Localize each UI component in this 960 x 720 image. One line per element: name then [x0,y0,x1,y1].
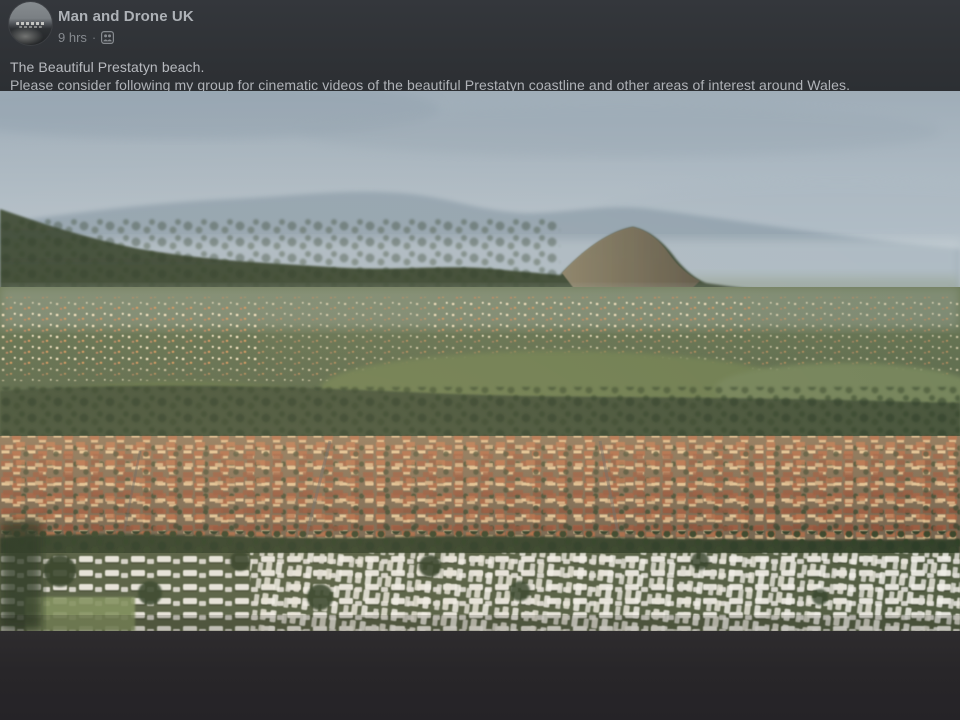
post-meta: 9 hrs · [58,29,114,45]
avatar-watermark [16,22,45,25]
drone-photo[interactable] [0,91,960,631]
bottom-letterbox [0,631,960,720]
author-name[interactable]: Man and Drone UK [58,8,194,25]
avatar-watermark [19,26,41,28]
light-overlay [0,91,960,631]
media-viewer: Man and Drone UK 9 hrs · The Beautiful P… [0,0,960,720]
avatar[interactable] [9,2,52,45]
group-icon [101,31,114,44]
drone-photo-scene [0,91,960,631]
post-header: Man and Drone UK 9 hrs · The Beautiful P… [0,0,960,91]
meta-separator: · [92,30,96,45]
post-body-line1: The Beautiful Prestatyn beach. [10,59,204,75]
timestamp[interactable]: 9 hrs [58,30,87,45]
post-body-line2: Please consider following my group for c… [10,77,850,91]
